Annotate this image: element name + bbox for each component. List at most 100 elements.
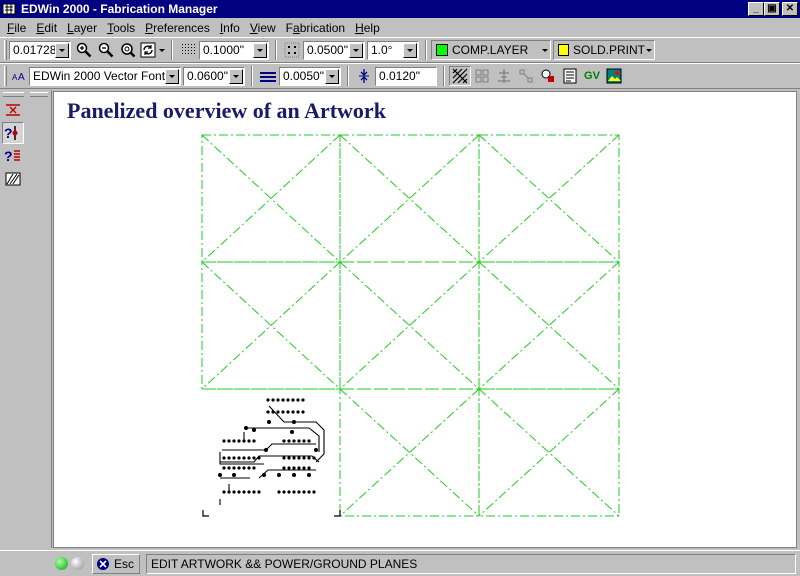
zoom-out-icon bbox=[98, 42, 114, 58]
zoom-combo[interactable]: 0.01728" bbox=[9, 40, 71, 60]
redraw-dropdown[interactable] bbox=[157, 40, 167, 60]
pattern-icon bbox=[475, 69, 489, 83]
comp-layer-value: COMP.LAYER bbox=[452, 43, 529, 57]
app-icon[interactable] bbox=[2, 2, 18, 16]
menu-tools[interactable]: Tools bbox=[102, 21, 140, 35]
menu-accel: a bbox=[293, 20, 300, 35]
panel-tool-button[interactable] bbox=[2, 99, 24, 121]
print-layer-combo[interactable]: SOLD.PRINT bbox=[553, 40, 655, 60]
cancel-icon bbox=[97, 557, 109, 570]
redraw-button[interactable] bbox=[139, 40, 157, 60]
image-icon bbox=[606, 68, 622, 84]
menu-label: ile bbox=[14, 20, 27, 35]
pattern-button[interactable] bbox=[471, 66, 493, 86]
distribute-button[interactable] bbox=[515, 66, 537, 86]
snap-combo[interactable]: 0.0500" bbox=[303, 40, 365, 60]
toolbox-grip[interactable] bbox=[3, 92, 24, 97]
angle-value: 1.0° bbox=[371, 43, 393, 57]
chevron-down-icon[interactable] bbox=[55, 42, 69, 58]
snap-button[interactable] bbox=[281, 40, 303, 60]
chevron-down-icon[interactable] bbox=[325, 68, 339, 84]
gerber-view-button[interactable]: GV bbox=[581, 66, 603, 86]
snap-value: 0.0500" bbox=[307, 43, 348, 57]
status-bar: Esc EDIT ARTWORK && POWER/GROUND PLANES bbox=[0, 550, 800, 576]
menu-info[interactable]: Info bbox=[215, 21, 245, 35]
component-layer-combo[interactable]: COMP.LAYER bbox=[431, 40, 551, 60]
chevron-down-icon[interactable] bbox=[403, 42, 417, 58]
menu-edit[interactable]: Edit bbox=[31, 21, 62, 35]
font-combo[interactable]: EDWin 2000 Vector Font bbox=[29, 66, 181, 86]
zoom-out-button[interactable] bbox=[95, 40, 117, 60]
query-list-icon: ? bbox=[4, 148, 20, 164]
align-button[interactable] bbox=[493, 66, 515, 86]
close-icon: ✕ bbox=[785, 3, 795, 14]
angle-combo[interactable]: 1.0° bbox=[367, 40, 419, 60]
probe-icon bbox=[541, 69, 554, 82]
report-button[interactable] bbox=[559, 66, 581, 86]
zoom-in-button[interactable] bbox=[73, 40, 95, 60]
close-button[interactable]: ✕ bbox=[782, 2, 798, 16]
line-width-combo[interactable]: 0.0050" bbox=[279, 66, 341, 86]
menu-label: brication bbox=[299, 20, 346, 35]
zoom-fit-button[interactable] bbox=[117, 40, 139, 60]
distribute-icon bbox=[519, 69, 533, 83]
secondary-toolbox bbox=[27, 90, 52, 548]
panel-drawing bbox=[201, 134, 620, 517]
svg-text:?: ? bbox=[4, 148, 13, 164]
menu-label-pre: F bbox=[285, 20, 294, 35]
copper-pour-button[interactable] bbox=[2, 168, 24, 190]
menu-fabrication[interactable]: Fabrication bbox=[281, 21, 350, 35]
chevron-down-icon[interactable] bbox=[165, 68, 179, 84]
chevron-down-icon[interactable] bbox=[253, 42, 267, 58]
chevron-down-icon[interactable] bbox=[540, 48, 550, 52]
zoom-value: 0.01728" bbox=[13, 43, 55, 57]
font-size-value: 0.0600" bbox=[187, 69, 228, 83]
query-list-button[interactable]: ? bbox=[2, 145, 24, 167]
menu-label: nfo bbox=[223, 20, 240, 35]
menu-help[interactable]: Help bbox=[350, 21, 385, 35]
toolbox-grip[interactable] bbox=[30, 92, 48, 97]
minimize-button[interactable]: _ bbox=[748, 2, 764, 16]
restore-button[interactable]: ▣ bbox=[764, 2, 780, 16]
font-button[interactable]: AA bbox=[9, 66, 29, 86]
toolbar-grip[interactable] bbox=[4, 40, 7, 60]
grid-button[interactable] bbox=[177, 40, 199, 60]
escape-button[interactable]: Esc bbox=[92, 553, 141, 574]
report-icon bbox=[563, 68, 577, 84]
chevron-down-icon[interactable] bbox=[645, 48, 654, 52]
menu-layer[interactable]: Layer bbox=[62, 21, 102, 35]
toolbar-separator bbox=[251, 66, 253, 86]
print-layer-value: SOLD.PRINT bbox=[572, 43, 645, 57]
chevron-down-icon bbox=[159, 48, 165, 52]
menu-label: elp bbox=[363, 20, 380, 35]
menu-preferences[interactable]: Preferences bbox=[140, 21, 215, 35]
menu-file[interactable]: File bbox=[2, 21, 31, 35]
status-led-gray-icon bbox=[71, 557, 84, 570]
chevron-down-icon[interactable] bbox=[229, 68, 243, 84]
clearance-icon bbox=[359, 69, 369, 83]
clearance-input[interactable]: 0.0120" bbox=[375, 66, 437, 86]
toolbar-separator bbox=[347, 66, 349, 86]
menu-accel: V bbox=[249, 20, 258, 35]
toolbar-view: 0.01728" 0.1000" 0.0500" 1.0° COMP.LAYER bbox=[0, 37, 800, 63]
copper-pour-icon bbox=[5, 172, 21, 186]
restore-icon: ▣ bbox=[767, 3, 777, 14]
menu-accel: H bbox=[355, 20, 364, 35]
menu-view[interactable]: View bbox=[245, 21, 281, 35]
hatch-tool-button[interactable] bbox=[449, 66, 471, 86]
query-net-button[interactable]: ? bbox=[2, 122, 24, 144]
font-size-combo[interactable]: 0.0600" bbox=[183, 66, 245, 86]
line-width-button[interactable] bbox=[257, 66, 279, 86]
grid-combo[interactable]: 0.1000" bbox=[199, 40, 269, 60]
toolbar-separator bbox=[425, 40, 427, 60]
toolbar-grip[interactable] bbox=[4, 66, 7, 86]
toolbar-separator bbox=[171, 40, 173, 60]
window-title: EDWin 2000 - Fabrication Manager bbox=[21, 2, 218, 16]
clearance-button[interactable] bbox=[353, 66, 375, 86]
chevron-down-icon[interactable] bbox=[349, 42, 363, 58]
toolbar-text: AA EDWin 2000 Vector Font 0.0600" 0.0050… bbox=[0, 63, 800, 89]
image-button[interactable] bbox=[603, 66, 625, 86]
menu-label: iew bbox=[257, 20, 276, 35]
drawing-canvas[interactable]: Panelized overview of an Artwork bbox=[53, 91, 797, 548]
probe-button[interactable] bbox=[537, 66, 559, 86]
